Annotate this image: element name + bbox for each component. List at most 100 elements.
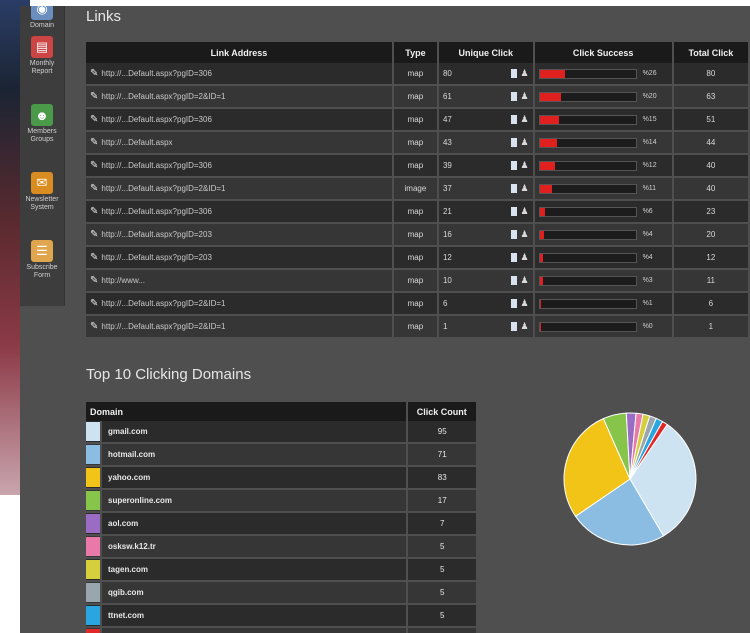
table-row[interactable]: ✎ http://...Default.aspx?pgID=203 map 16 ♟ %4… [86,223,750,247]
table-row[interactable]: ✎ http://...Default.aspx?pgID=2&ID=1 map 61… [86,85,750,109]
success-percent: %15 [642,116,657,123]
edit-pencil-icon[interactable]: ✎ [90,275,98,286]
edit-pencil-icon[interactable]: ✎ [90,183,98,194]
link-address-cell: ✎ http://...Default.aspx?pgID=2&ID=1 [86,315,394,339]
unique-click-cell: 47 ♟ [437,108,535,132]
link-url[interactable]: http://...Default.aspx?pgID=203 [101,230,212,239]
rail-item[interactable]: ✉ Newsletter System [20,172,64,212]
document-icon[interactable] [510,230,517,239]
success-percent: %26 [642,70,657,77]
total-click: 12 [672,246,750,270]
column-header-click-count[interactable]: Click Count [407,402,478,421]
document-icon[interactable] [510,322,517,331]
document-icon[interactable] [510,276,517,285]
edit-pencil-icon[interactable]: ✎ [90,137,98,148]
column-header-domain[interactable]: Domain [86,402,409,421]
table-row[interactable]: ✎ http://...Default.aspx?pgID=203 map 12 ♟ %4… [86,246,750,270]
user-icon[interactable]: ♟ [521,68,529,79]
link-url[interactable]: http://...Default.aspx?pgID=306 [101,161,212,170]
edit-pencil-icon[interactable]: ✎ [90,252,98,263]
link-type: image [392,177,439,201]
table-row[interactable]: ✎ http://...Default.aspx map 43 ♟ %14 44 [86,131,750,155]
user-icon[interactable]: ♟ [521,114,529,125]
link-url[interactable]: http://...Default.aspx?pgID=203 [101,253,212,262]
user-icon[interactable]: ♟ [521,91,529,102]
edit-pencil-icon[interactable]: ✎ [90,114,98,125]
color-swatch-cell [86,489,102,513]
edit-pencil-icon[interactable]: ✎ [90,298,98,309]
unique-click-cell: 39 ♟ [437,154,535,178]
click-success-cell: %11 [533,177,674,201]
link-url[interactable]: http://...Default.aspx?pgID=2&ID=1 [101,92,225,101]
link-url[interactable]: http://...Default.aspx?pgID=2&ID=1 [101,184,225,193]
link-url[interactable]: http://...Default.aspx?pgID=306 [101,207,212,216]
document-icon[interactable] [510,299,517,308]
app-window: ◉ Domain ▤ Monthly Report ☻ Members Groups ✉ Ne… [20,6,750,633]
click-count: 95 [407,421,478,444]
edit-pencil-icon[interactable]: ✎ [90,91,98,102]
link-url[interactable]: http://...Default.aspx?pgID=306 [101,69,212,78]
color-swatch-cell [86,581,102,605]
column-header-click-success[interactable]: Click Success [533,42,674,63]
rail-item[interactable]: ▤ Monthly Report [20,36,64,76]
user-icon[interactable]: ♟ [521,160,529,171]
color-swatch [86,583,100,602]
link-url[interactable]: http://...Default.aspx [101,138,172,147]
rail-item[interactable]: ☰ Subscribe Form [20,240,64,280]
link-address-cell: ✎ http://...Default.aspx?pgID=306 [86,200,394,224]
user-icon[interactable]: ♟ [521,298,529,309]
link-url[interactable]: http://www... [101,276,145,285]
document-icon[interactable] [510,115,517,124]
click-count: 4 [407,627,478,633]
rail-item[interactable]: ☻ Members Groups [20,104,64,144]
link-type: map [392,154,439,178]
success-progress-bar [538,275,637,286]
user-icon[interactable]: ♟ [521,252,529,263]
edit-pencil-icon[interactable]: ✎ [90,206,98,217]
document-icon[interactable] [510,161,517,170]
column-header-unique-click[interactable]: Unique Click [437,42,535,63]
table-row[interactable]: ✎ http://...Default.aspx?pgID=306 map 21 ♟ %6… [86,200,750,224]
document-icon[interactable] [510,138,517,147]
click-success-cell: %26 [533,63,674,86]
user-icon[interactable]: ♟ [521,229,529,240]
user-icon[interactable]: ♟ [521,275,529,286]
user-icon[interactable]: ♟ [521,206,529,217]
unique-click-value: 47 [442,115,452,124]
unique-click-cell: 37 ♟ [437,177,535,201]
document-icon[interactable] [510,69,517,78]
table-row[interactable]: ✎ http://...Default.aspx?pgID=2&ID=1 image… [86,177,750,201]
edit-pencil-icon[interactable]: ✎ [90,68,98,79]
edit-pencil-icon[interactable]: ✎ [90,321,98,332]
link-url[interactable]: http://...Default.aspx?pgID=306 [101,115,212,124]
document-icon[interactable] [510,207,517,216]
unique-click-value: 43 [442,138,452,147]
link-url[interactable]: http://...Default.aspx?pgID=2&ID=1 [101,322,225,331]
user-icon[interactable]: ♟ [521,183,529,194]
link-url[interactable]: http://...Default.aspx?pgID=2&ID=1 [101,299,225,308]
document-icon[interactable] [510,184,517,193]
edit-pencil-icon[interactable]: ✎ [90,229,98,240]
document-icon[interactable] [510,92,517,101]
table-row[interactable]: ✎ http://...Default.aspx?pgID=2&ID=1 map 1 ♟… [86,315,750,339]
table-row[interactable]: ✎ http://...Default.aspx?pgID=306 map 39 ♟ %1… [86,154,750,178]
domain-name: qgib.com [101,581,409,605]
unique-click-value: 6 [442,299,448,308]
table-row[interactable]: ✎ http://...Default.aspx?pgID=306 map 47 ♟ %1… [86,108,750,132]
table-row[interactable]: ✎ http://www... map 10 ♟ %3 11 [86,269,750,293]
success-progress-bar [538,68,637,79]
total-click: 40 [672,177,750,201]
column-header-type[interactable]: Type [392,42,439,63]
edit-pencil-icon[interactable]: ✎ [90,160,98,171]
unique-click-value: 16 [442,230,452,239]
color-swatch-cell [86,558,102,582]
user-icon[interactable]: ♟ [521,321,529,332]
column-header-total-click[interactable]: Total Click [672,42,750,63]
table-row[interactable]: ✎ http://...Default.aspx?pgID=306 map 80 ♟ %2… [86,63,750,86]
user-icon[interactable]: ♟ [521,137,529,148]
link-type: map [392,63,439,86]
table-row[interactable]: ✎ http://...Default.aspx?pgID=2&ID=1 map 6 ♟… [86,292,750,316]
column-header-link-address[interactable]: Link Address [86,42,394,63]
document-icon[interactable] [510,253,517,262]
rail-item[interactable]: ◉ Domain [20,6,64,30]
